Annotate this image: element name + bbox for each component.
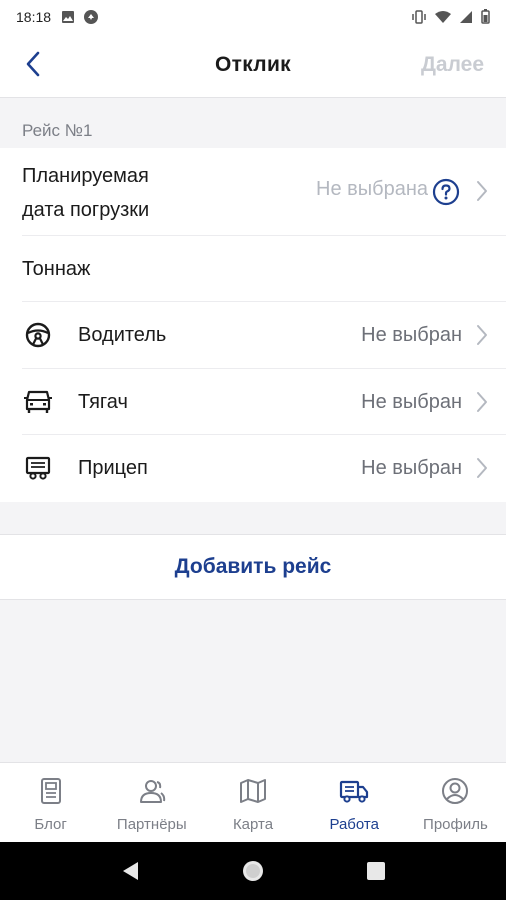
driver-row[interactable]: Водитель Не выбран	[22, 302, 506, 369]
add-trip-button[interactable]: Добавить рейс	[0, 534, 506, 600]
tab-blog[interactable]: Блог	[0, 763, 101, 842]
tab-profile-label: Профиль	[423, 816, 488, 833]
nav-back-icon[interactable]	[120, 860, 140, 882]
loading-date-label-line2: дата погрузки	[22, 199, 150, 221]
trailer-label: Прицеп	[78, 457, 148, 479]
nav-recents-icon[interactable]	[366, 861, 386, 881]
trailer-value: Не выбран	[361, 457, 462, 479]
chevron-right-icon	[476, 324, 488, 351]
steering-wheel-icon	[22, 319, 54, 351]
chevron-right-icon	[476, 391, 488, 418]
truck-front-icon	[22, 386, 54, 418]
tab-work[interactable]: Работа	[304, 763, 405, 842]
document-icon	[39, 777, 63, 810]
status-bar: 18:18	[0, 0, 506, 33]
trip-section-label: Рейс №1	[22, 121, 93, 140]
trailer-icon	[22, 452, 54, 484]
profile-icon	[441, 777, 469, 810]
tab-work-label: Работа	[329, 816, 379, 833]
tractor-row[interactable]: Тягач Не выбран	[22, 369, 506, 435]
tab-map-label: Карта	[232, 816, 274, 833]
status-time: 18:18	[16, 8, 52, 25]
tab-blog-label: Блог	[34, 816, 67, 833]
loading-date-label-line1: Планируемая	[22, 165, 149, 187]
tonnage-label: Тоннаж	[22, 258, 91, 280]
tab-partners[interactable]: Партнёры	[101, 763, 202, 842]
truck-icon	[339, 777, 369, 810]
tractor-label: Тягач	[78, 391, 128, 413]
system-nav-bar	[0, 842, 506, 900]
partners-icon	[138, 777, 166, 810]
tab-partners-label: Партнёры	[116, 816, 187, 833]
tab-map[interactable]: Карта	[202, 763, 303, 842]
tractor-value: Не выбран	[361, 391, 462, 413]
loading-date-value: Не выбрана	[316, 178, 428, 200]
nav-home-icon[interactable]	[241, 859, 265, 883]
help-icon[interactable]	[432, 178, 460, 211]
add-trip-label: Добавить рейс	[174, 555, 332, 578]
bottom-tab-bar: Блог Партнёры Карта Работа Профиль	[0, 762, 506, 842]
trailer-row[interactable]: Прицеп Не выбран	[22, 435, 506, 501]
loading-date-row[interactable]: Планируемая дата погрузки Не выбрана	[22, 148, 506, 236]
wifi-icon	[435, 10, 451, 24]
chevron-right-icon	[476, 457, 488, 484]
app-header: Отклик Далее	[0, 33, 506, 98]
driver-value: Не выбран	[361, 324, 462, 346]
tab-profile[interactable]: Профиль	[405, 763, 506, 842]
map-icon	[239, 777, 267, 810]
next-button[interactable]: Далее	[421, 53, 484, 77]
tonnage-row[interactable]: Тоннаж	[22, 236, 506, 302]
app-notification-icon	[83, 9, 99, 25]
trip-card: Планируемая дата погрузки Не выбрана Тон…	[0, 148, 506, 502]
chevron-right-icon	[476, 180, 488, 207]
image-icon	[61, 10, 75, 24]
driver-label: Водитель	[78, 324, 167, 346]
signal-icon	[459, 10, 473, 24]
vibrate-icon	[411, 9, 427, 24]
loading-date-label: Планируемая дата погрузки	[22, 159, 149, 227]
battery-icon	[481, 9, 490, 24]
